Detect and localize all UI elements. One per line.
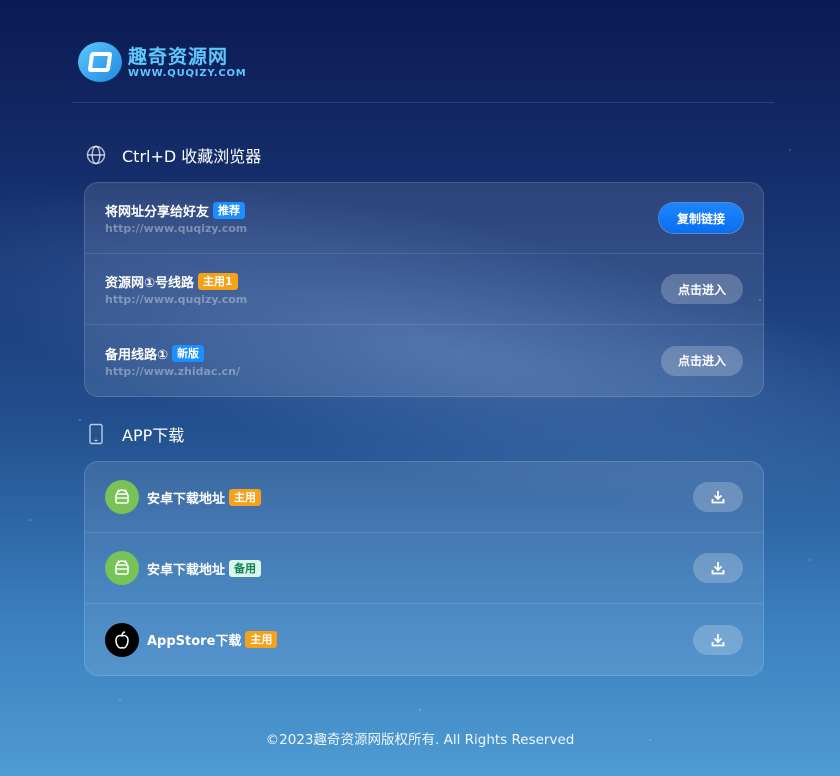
copy-link-button[interactable]: 复制链接 [659, 203, 743, 233]
link-title: 备用线路① [105, 347, 169, 363]
status-badge: 主用 [229, 488, 262, 506]
bookmark-section-title: Ctrl+D 收藏浏览器 [122, 147, 262, 166]
download-button[interactable] [693, 624, 743, 655]
app-download-card: 安卓下载地址 主用 安卓下载地址 备用 AppStore下载 主用 [84, 461, 764, 676]
link-title: 将网址分享给好友 [105, 205, 210, 220]
download-button[interactable] [693, 553, 743, 583]
link-url[interactable]: http://www.quqizy.com [105, 222, 247, 235]
status-badge: 新版 [172, 344, 205, 362]
status-badge: 主用1 [198, 273, 238, 290]
app-row-android-main: 安卓下载地址 主用 [85, 462, 763, 533]
download-icon [711, 633, 725, 646]
app-title: 安卓下载地址 [147, 562, 226, 578]
site-logo[interactable]: 趣奇资源网 WWW.QUQIZY.COM [78, 42, 247, 82]
android-icon [105, 480, 139, 514]
bookmark-card: 将网址分享给好友 推荐 http://www.quqizy.com 复制链接 资… [84, 182, 764, 397]
app-row-appstore: AppStore下载 主用 [85, 604, 763, 675]
logo-domain: WWW.QUQIZY.COM [128, 67, 247, 79]
header-divider [72, 102, 774, 103]
globe-icon [86, 145, 106, 165]
app-section-header: APP下载 [86, 422, 184, 446]
status-badge: 推荐 [213, 202, 246, 219]
download-icon [711, 491, 725, 504]
logo-icon [78, 42, 122, 82]
link-url[interactable]: http://www.zhidac.cn/ [105, 365, 240, 378]
bookmark-section-header: Ctrl+D 收藏浏览器 [86, 143, 261, 167]
enter-button[interactable]: 点击进入 [661, 345, 743, 376]
status-badge: 备用 [229, 559, 262, 577]
app-title: AppStore下载 [147, 634, 242, 649]
download-button[interactable] [693, 482, 743, 512]
android-icon [105, 551, 139, 585]
app-title: 安卓下载地址 [147, 491, 226, 507]
link-row-share: 将网址分享给好友 推荐 http://www.quqizy.com 复制链接 [85, 183, 763, 254]
link-row-main-line: 资源网①号线路 主用1 http://www.quqizy.com 点击进入 [85, 254, 763, 325]
logo-name: 趣奇资源网 [128, 45, 229, 68]
copyright-footer: ©2023趣奇资源网版权所有. All Rights Reserved [265, 732, 575, 748]
link-title: 资源网①号线路 [105, 276, 195, 291]
apple-icon [105, 622, 139, 657]
link-url[interactable]: http://www.quqizy.com [105, 293, 247, 306]
app-section-title: APP下载 [122, 426, 185, 445]
app-row-android-backup: 安卓下载地址 备用 [85, 533, 763, 604]
enter-button[interactable]: 点击进入 [661, 274, 743, 304]
link-row-backup-line: 备用线路① 新版 http://www.zhidac.cn/ 点击进入 [85, 325, 763, 396]
status-badge: 主用 [245, 631, 278, 648]
download-icon [711, 562, 725, 575]
phone-icon [89, 423, 103, 445]
